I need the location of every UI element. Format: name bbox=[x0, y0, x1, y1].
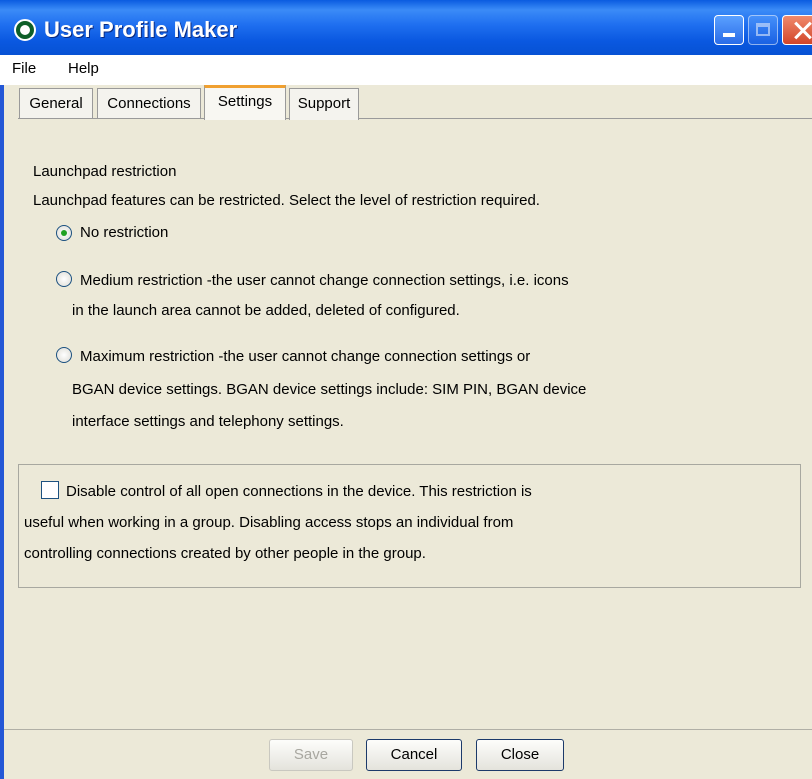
radio-maximum-label-line3: interface settings and telephony setting… bbox=[72, 413, 344, 430]
radio-no-restriction[interactable] bbox=[56, 225, 72, 241]
radio-maximum-restriction[interactable] bbox=[56, 347, 72, 363]
disable-control-line1[interactable]: Disable control of all open connections … bbox=[66, 483, 532, 500]
menu-file[interactable]: File bbox=[12, 60, 36, 77]
radio-medium-restriction[interactable] bbox=[56, 271, 72, 287]
footer-divider bbox=[4, 729, 812, 730]
maximize-icon[interactable] bbox=[748, 15, 778, 45]
disable-control-checkbox[interactable] bbox=[41, 481, 59, 499]
close-window-icon[interactable] bbox=[782, 15, 812, 45]
radio-maximum-label-line1[interactable]: Maximum restriction -the user cannot cha… bbox=[80, 348, 530, 365]
title-bar[interactable]: User Profile Maker bbox=[0, 0, 812, 55]
app-logo-icon[interactable] bbox=[14, 19, 36, 41]
menu-help[interactable]: Help bbox=[68, 60, 99, 77]
close-button[interactable]: Close bbox=[476, 739, 564, 771]
radio-maximum-label-line2: BGAN device settings. BGAN device settin… bbox=[72, 381, 587, 398]
cancel-button[interactable]: Cancel bbox=[366, 739, 462, 771]
minimize-icon[interactable] bbox=[714, 15, 744, 45]
tab-settings[interactable]: Settings bbox=[204, 85, 286, 120]
window-title: User Profile Maker bbox=[44, 17, 238, 42]
menu-bar: File Help bbox=[0, 55, 812, 85]
radio-medium-label-line1[interactable]: Medium restriction -the user cannot chan… bbox=[80, 272, 569, 289]
tab-support[interactable]: Support bbox=[289, 88, 359, 120]
radio-no-restriction-label[interactable]: No restriction bbox=[80, 224, 168, 241]
disable-control-line2: useful when working in a group. Disablin… bbox=[24, 514, 514, 531]
section-title: Launchpad restriction bbox=[33, 163, 177, 180]
disable-control-line3: controlling connections created by other… bbox=[24, 545, 426, 562]
restriction-description: Launchpad features can be restricted. Se… bbox=[33, 192, 540, 209]
app-window: User Profile Maker File Help General Con… bbox=[0, 0, 812, 779]
save-button[interactable]: Save bbox=[269, 739, 353, 771]
tab-connections[interactable]: Connections bbox=[97, 88, 201, 120]
tab-general[interactable]: General bbox=[19, 88, 93, 120]
radio-medium-label-line2: in the launch area cannot be added, dele… bbox=[72, 302, 460, 319]
